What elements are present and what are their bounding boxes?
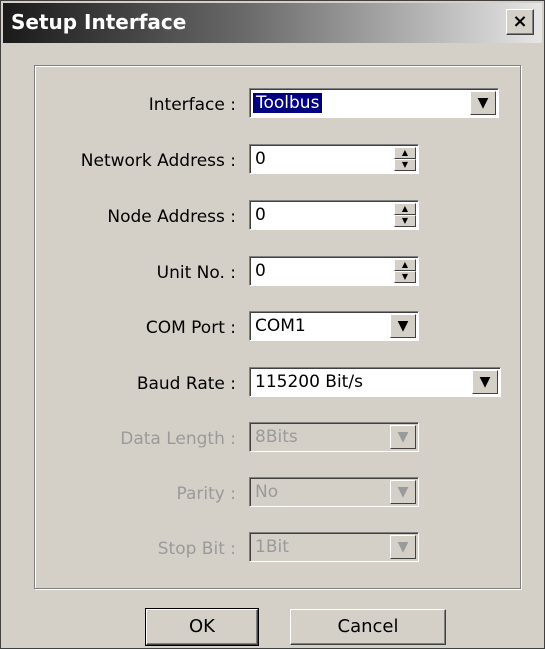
network-address-spin: ▲ ▼ <box>394 147 416 171</box>
unit-no-spinner[interactable]: 0 ▲ ▼ <box>249 256 419 286</box>
node-address-label: Node Address : <box>107 207 236 227</box>
com-port-value: COM1 <box>255 316 306 336</box>
network-address-spinner[interactable]: 0 ▲ ▼ <box>249 144 419 174</box>
parity-value: No <box>255 482 279 502</box>
arrow-down-icon[interactable]: ▼ <box>394 271 416 283</box>
baud-rate-select[interactable]: 115200 Bit/s ▼ <box>249 367 501 397</box>
interface-row: Interface : Toolbus ▼ <box>1 88 545 122</box>
com-port-row: COM Port : COM1 ▼ <box>1 311 545 345</box>
chevron-down-icon: ▼ <box>390 480 416 504</box>
parity-row: Parity : No ▼ <box>1 477 545 511</box>
baud-rate-row: Baud Rate : 115200 Bit/s ▼ <box>1 367 545 401</box>
unit-no-label: Unit No. : <box>156 263 236 283</box>
close-button[interactable]: × <box>506 9 534 35</box>
data-length-row: Data Length : 8Bits ▼ <box>1 422 545 456</box>
network-address-value: 0 <box>255 149 266 169</box>
arrow-down-icon[interactable]: ▼ <box>394 159 416 171</box>
com-port-label: COM Port : <box>145 318 236 338</box>
close-icon: × <box>512 11 528 32</box>
interface-value: Toolbus <box>253 93 323 113</box>
arrow-up-icon[interactable]: ▲ <box>394 259 416 271</box>
stop-bit-label: Stop Bit : <box>157 539 236 559</box>
chevron-down-icon: ▼ <box>390 425 416 449</box>
cancel-button[interactable]: Cancel <box>290 609 446 645</box>
stop-bit-select: 1Bit ▼ <box>249 532 419 562</box>
chevron-down-icon[interactable]: ▼ <box>470 91 496 115</box>
baud-rate-label: Baud Rate : <box>136 374 236 394</box>
stop-bit-value: 1Bit <box>255 537 289 557</box>
stop-bit-row: Stop Bit : 1Bit ▼ <box>1 532 545 566</box>
ok-button[interactable]: OK <box>145 608 259 646</box>
arrow-up-icon[interactable]: ▲ <box>394 147 416 159</box>
chevron-down-icon: ▼ <box>390 535 416 559</box>
data-length-select: 8Bits ▼ <box>249 422 419 452</box>
title-bar[interactable]: Setup Interface × <box>3 3 542 43</box>
setup-interface-dialog: Setup Interface × Interface : Toolbus ▼ … <box>0 0 545 649</box>
chevron-down-icon[interactable]: ▼ <box>390 314 416 338</box>
unit-no-value: 0 <box>255 261 266 281</box>
interface-select[interactable]: Toolbus ▼ <box>249 88 499 118</box>
parity-select: No ▼ <box>249 477 419 507</box>
node-address-spin: ▲ ▼ <box>394 203 416 227</box>
baud-rate-value: 115200 Bit/s <box>255 372 363 392</box>
node-address-row: Node Address : 0 ▲ ▼ <box>1 200 545 234</box>
data-length-value: 8Bits <box>255 427 298 447</box>
unit-no-row: Unit No. : 0 ▲ ▼ <box>1 256 545 290</box>
chevron-down-icon[interactable]: ▼ <box>472 370 498 394</box>
network-address-label: Network Address : <box>80 151 236 171</box>
com-port-select[interactable]: COM1 ▼ <box>249 311 419 341</box>
unit-no-spin: ▲ ▼ <box>394 259 416 283</box>
data-length-label: Data Length : <box>120 429 236 449</box>
parity-label: Parity : <box>176 484 236 504</box>
arrow-up-icon[interactable]: ▲ <box>394 203 416 215</box>
node-address-spinner[interactable]: 0 ▲ ▼ <box>249 200 419 230</box>
arrow-down-icon[interactable]: ▼ <box>394 215 416 227</box>
interface-label: Interface : <box>148 95 236 115</box>
network-address-row: Network Address : 0 ▲ ▼ <box>1 144 545 178</box>
window-title: Setup Interface <box>11 10 187 34</box>
node-address-value: 0 <box>255 205 266 225</box>
